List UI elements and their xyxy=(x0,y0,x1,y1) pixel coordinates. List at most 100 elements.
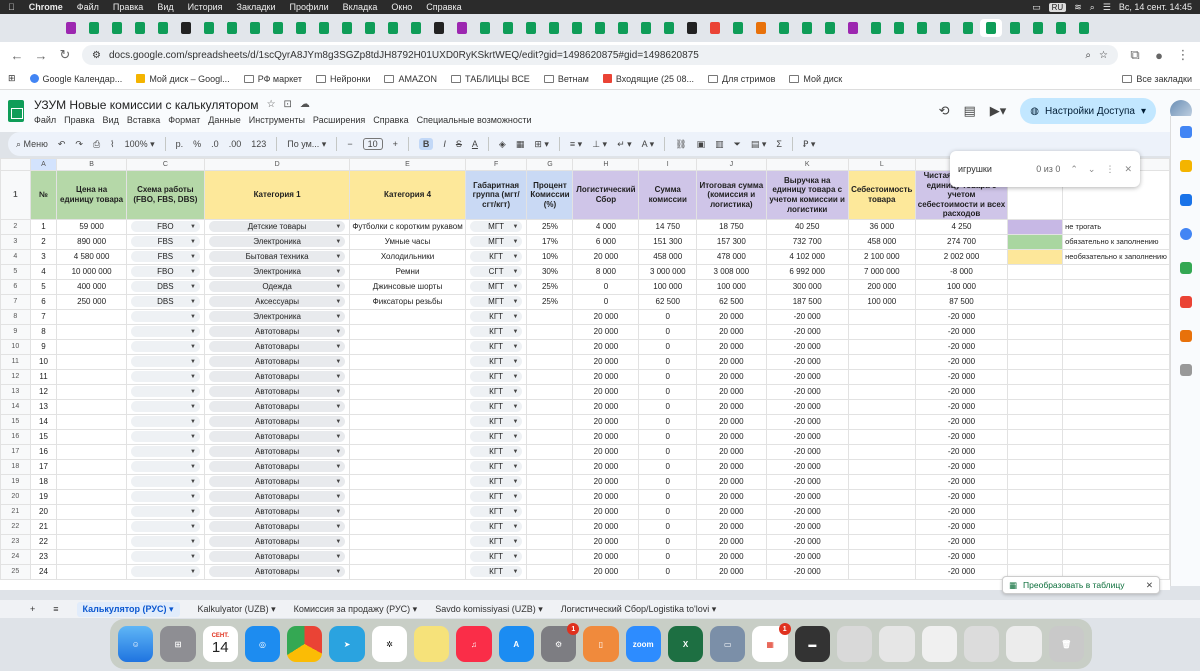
keep-addon-icon[interactable] xyxy=(1179,160,1192,172)
cell[interactable]: -20 000 xyxy=(914,338,1009,355)
cell[interactable]: 151 300 xyxy=(638,233,698,250)
sheets-menu-format[interactable]: Формат xyxy=(168,115,200,125)
scheme-dropdown-cell[interactable]: FBS ▼ xyxy=(125,248,205,265)
row-header[interactable]: 18 xyxy=(0,458,31,475)
dropdown-chip[interactable]: Бытовая техника ▼ xyxy=(208,251,346,263)
insert-comment-icon[interactable]: ▣ xyxy=(697,139,706,150)
dropdown-arrow-icon[interactable]: ▼ xyxy=(513,269,519,275)
category-dropdown-cell[interactable]: Автотовары ▼ xyxy=(203,533,351,550)
category-dropdown-cell[interactable]: Автотовары ▼ xyxy=(203,353,351,370)
dropdown-chip[interactable]: Автотовары ▼ xyxy=(208,446,346,458)
input-tools-icon[interactable]: Ꝑ ▾ xyxy=(803,139,815,150)
browser-tab[interactable] xyxy=(934,19,955,37)
dropdown-chip[interactable]: FBO ▼ xyxy=(130,221,200,233)
column-header[interactable]: E xyxy=(349,158,466,171)
history-icon[interactable]: ⟲ xyxy=(939,103,950,119)
column-header[interactable]: L xyxy=(847,158,916,171)
row-header[interactable]: 22 xyxy=(0,518,31,535)
cell[interactable]: 62 500 xyxy=(696,293,767,310)
cell[interactable] xyxy=(847,368,916,385)
font-size-decrease-button[interactable]: − xyxy=(347,139,352,149)
iphone-mirroring-icon[interactable]: ▯ xyxy=(583,626,619,662)
dropdown-chip[interactable]: СГТ ▼ xyxy=(469,266,523,278)
find-previous-icon[interactable]: ⌃ xyxy=(1070,164,1078,175)
cell[interactable]: 20 000 xyxy=(696,443,767,460)
dropdown-chip[interactable]: Автотовары ▼ xyxy=(208,371,346,383)
size-group-dropdown-cell[interactable]: КГТ ▼ xyxy=(464,383,528,400)
dropdown-arrow-icon[interactable]: ▼ xyxy=(335,314,341,320)
cell[interactable]: -20 000 xyxy=(765,563,849,580)
wifi-icon[interactable]: ≋ xyxy=(1074,2,1082,13)
dropdown-arrow-icon[interactable]: ▼ xyxy=(335,389,341,395)
url-input[interactable]: ⚙ docs.google.com/spreadsheets/d/1scQyrA… xyxy=(82,45,1118,65)
category-dropdown-cell[interactable]: Автотовары ▼ xyxy=(203,563,351,580)
maps-addon-icon[interactable] xyxy=(1179,262,1192,274)
cell[interactable]: 0 xyxy=(638,473,698,490)
bookmark-google-drive[interactable]: Мой диск – Googl... xyxy=(136,74,230,84)
cell[interactable]: -20 000 xyxy=(765,458,849,475)
dropdown-chip[interactable]: Детские товары ▼ xyxy=(208,221,346,233)
cell[interactable] xyxy=(526,518,574,535)
row-number-cell[interactable]: 11 xyxy=(29,368,58,385)
cell[interactable]: 8 000 xyxy=(572,263,640,280)
browser-tab[interactable] xyxy=(566,19,587,37)
size-group-dropdown-cell[interactable]: МГТ ▼ xyxy=(464,218,528,235)
cell[interactable]: 3 008 000 xyxy=(696,263,767,280)
reload-icon[interactable]: ↻ xyxy=(58,47,72,63)
legend-color-cell[interactable] xyxy=(1007,533,1064,550)
column-title-cell[interactable]: Себестоимость товара xyxy=(847,170,916,220)
music-icon[interactable]: ♫ xyxy=(456,626,492,662)
row-header[interactable]: 6 xyxy=(0,278,31,295)
sheets-menu-tools[interactable]: Инструменты xyxy=(249,115,305,125)
cell[interactable]: 0 xyxy=(638,503,698,520)
dropdown-arrow-icon[interactable]: ▼ xyxy=(335,374,341,380)
cell[interactable]: 100 000 xyxy=(847,293,916,310)
dropdown-arrow-icon[interactable]: ▼ xyxy=(513,359,519,365)
cell[interactable]: 14 750 xyxy=(638,218,698,235)
cell[interactable] xyxy=(56,338,127,355)
zoom-app-icon[interactable]: zoom xyxy=(625,626,661,662)
dropdown-chip[interactable]: Автотовары ▼ xyxy=(208,356,346,368)
browser-tab[interactable] xyxy=(83,19,104,37)
dropdown-chip[interactable]: Электроника ▼ xyxy=(208,311,346,323)
cell[interactable]: 890 000 xyxy=(56,233,127,250)
browser-tab[interactable] xyxy=(497,19,518,37)
bookmark-folder-streams[interactable]: Для стримов xyxy=(708,74,775,84)
row-header[interactable]: 5 xyxy=(0,263,31,280)
browser-tab[interactable] xyxy=(1050,19,1071,37)
column-title-cell[interactable]: № xyxy=(29,170,58,220)
dropdown-arrow-icon[interactable]: ▼ xyxy=(513,539,519,545)
dropdown-chip[interactable]: Автотовары ▼ xyxy=(208,416,346,428)
cell[interactable]: 4 580 000 xyxy=(56,248,127,265)
cell[interactable]: 0 xyxy=(572,293,640,310)
column-title-cell[interactable]: Логистический Сбор xyxy=(572,170,640,220)
cell[interactable]: 0 xyxy=(638,533,698,550)
cell[interactable]: -20 000 xyxy=(765,503,849,520)
cell[interactable]: 20 000 xyxy=(696,383,767,400)
dropdown-chip[interactable]: Автотовары ▼ xyxy=(208,476,346,488)
dropdown-arrow-icon[interactable]: ▼ xyxy=(513,224,519,230)
sheets-menu-extensions[interactable]: Расширения xyxy=(313,115,365,125)
dropdown-arrow-icon[interactable]: ▼ xyxy=(513,419,519,425)
cell[interactable]: 20 000 xyxy=(572,533,640,550)
dropdown-arrow-icon[interactable]: ▼ xyxy=(190,344,196,350)
dropdown-arrow-icon[interactable]: ▼ xyxy=(335,329,341,335)
cell[interactable] xyxy=(526,458,574,475)
share-button[interactable]: ◍ Настройки Доступа ▾ xyxy=(1020,98,1156,124)
legend-text-cell[interactable] xyxy=(1062,518,1170,535)
telegram-icon[interactable]: ➤ xyxy=(329,626,365,662)
legend-color-cell[interactable] xyxy=(1007,248,1064,265)
dropdown-chip[interactable]: Автотовары ▼ xyxy=(208,506,346,518)
cell[interactable]: -20 000 xyxy=(765,488,849,505)
find-close-icon[interactable]: ✕ xyxy=(1124,164,1132,175)
cell[interactable] xyxy=(847,413,916,430)
category-dropdown-cell[interactable]: Одежда ▼ xyxy=(203,278,351,295)
column-title-cell[interactable]: Категория 4 xyxy=(349,170,466,220)
cell[interactable]: 36 000 xyxy=(847,218,916,235)
legend-color-cell[interactable] xyxy=(1007,473,1064,490)
browser-tab[interactable] xyxy=(1027,19,1048,37)
vertical-align-icon[interactable]: ⊥ ▾ xyxy=(592,139,607,150)
extensions-icon[interactable]: ⧉ xyxy=(1128,47,1142,63)
input-language-badge[interactable]: RU xyxy=(1048,2,1067,12)
dropdown-chip[interactable]: ▼ xyxy=(130,566,200,578)
